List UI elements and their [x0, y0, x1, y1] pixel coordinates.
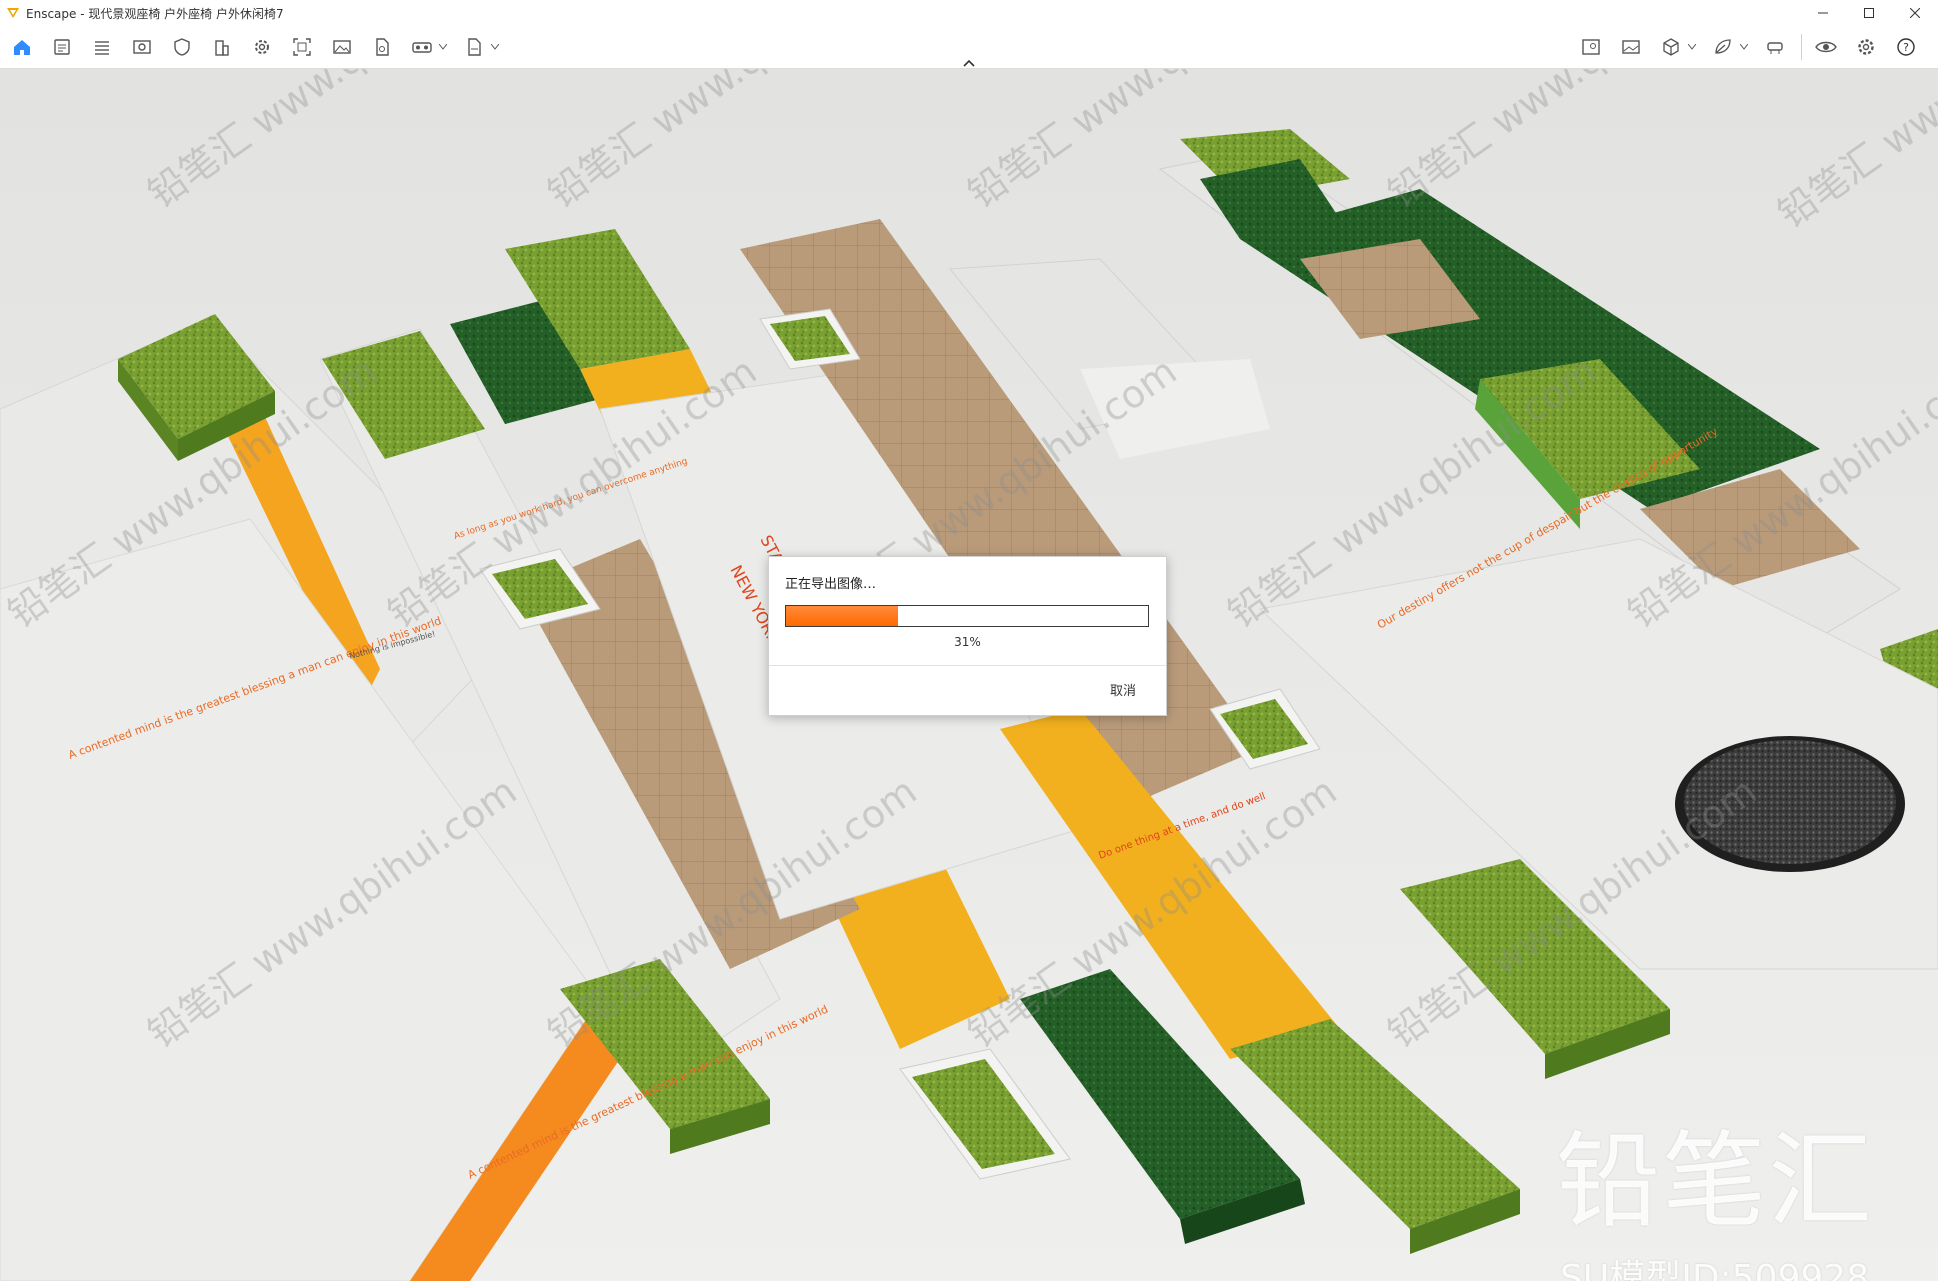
toolbar-separator: [1801, 34, 1802, 60]
shield-icon[interactable]: [168, 33, 196, 61]
home-icon[interactable]: [8, 33, 36, 61]
collapse-toolbar-icon[interactable]: [960, 54, 978, 67]
screenshot-icon[interactable]: [288, 33, 316, 61]
chevron-down-icon[interactable]: [1739, 33, 1749, 61]
progress-bar: [785, 605, 1149, 627]
svg-text:?: ?: [1903, 41, 1909, 54]
export-file-icon[interactable]: [460, 33, 488, 61]
toolbar-right-group: ?: [1577, 33, 1932, 61]
vr-person-icon[interactable]: [1761, 33, 1789, 61]
help-icon[interactable]: ?: [1892, 33, 1920, 61]
minimize-icon[interactable]: [1800, 0, 1846, 26]
window-controls: [1800, 0, 1938, 26]
map-pin-icon[interactable]: [1577, 33, 1605, 61]
toolbar-left-group: [8, 33, 512, 61]
cube-icon[interactable]: [1657, 33, 1685, 61]
list-icon[interactable]: [88, 33, 116, 61]
enscape-logo-icon: [7, 8, 19, 18]
cancel-button[interactable]: 取消: [1110, 680, 1136, 699]
eye-icon[interactable]: [1812, 33, 1840, 61]
progress-percent: 31%: [954, 635, 981, 649]
vr-headset-icon[interactable]: [408, 33, 436, 61]
image-icon[interactable]: [328, 33, 356, 61]
toolbar: ?: [0, 26, 1938, 69]
asset-leaf-icon[interactable]: [1709, 33, 1737, 61]
close-icon[interactable]: [1892, 0, 1938, 26]
document-icon[interactable]: [368, 33, 396, 61]
dialog-title: 正在导出图像…: [785, 577, 877, 592]
maximize-icon[interactable]: [1846, 0, 1892, 26]
chevron-down-icon[interactable]: [438, 33, 448, 61]
building-icon[interactable]: [208, 33, 236, 61]
window-title: Enscape - 现代景观座椅 户外座椅 户外休闲椅7: [26, 6, 284, 21]
panorama-icon[interactable]: [1617, 33, 1645, 61]
export-progress-dialog: 正在导出图像… 31% 取消: [768, 556, 1167, 716]
settings-gear-icon[interactable]: [248, 33, 276, 61]
progress-fill: [786, 606, 899, 626]
watermark-model-id: SU模型ID:509928: [1560, 1258, 1870, 1281]
chevron-down-icon[interactable]: [490, 33, 500, 61]
view-icon[interactable]: [128, 33, 156, 61]
chevron-down-icon[interactable]: [1687, 33, 1697, 61]
dialog-divider: [769, 665, 1166, 666]
notes-icon[interactable]: [48, 33, 76, 61]
title-bar: Enscape - 现代景观座椅 户外座椅 户外休闲椅7: [0, 0, 1938, 26]
gear-icon[interactable]: [1852, 33, 1880, 61]
watermark-brand: 铅笔汇: [1556, 1120, 1875, 1242]
